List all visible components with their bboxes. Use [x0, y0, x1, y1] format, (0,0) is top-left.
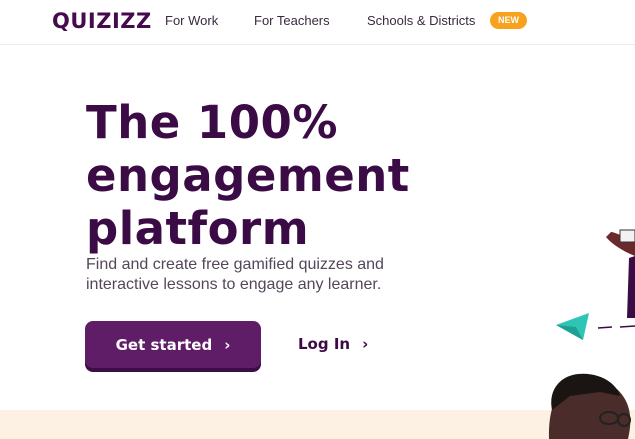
paper-plane-icon [556, 313, 589, 340]
person-illustration [548, 373, 631, 439]
raised-arm-illustration [606, 229, 635, 318]
dashed-flight-trail [597, 325, 635, 329]
hero-illustration [548, 229, 635, 439]
